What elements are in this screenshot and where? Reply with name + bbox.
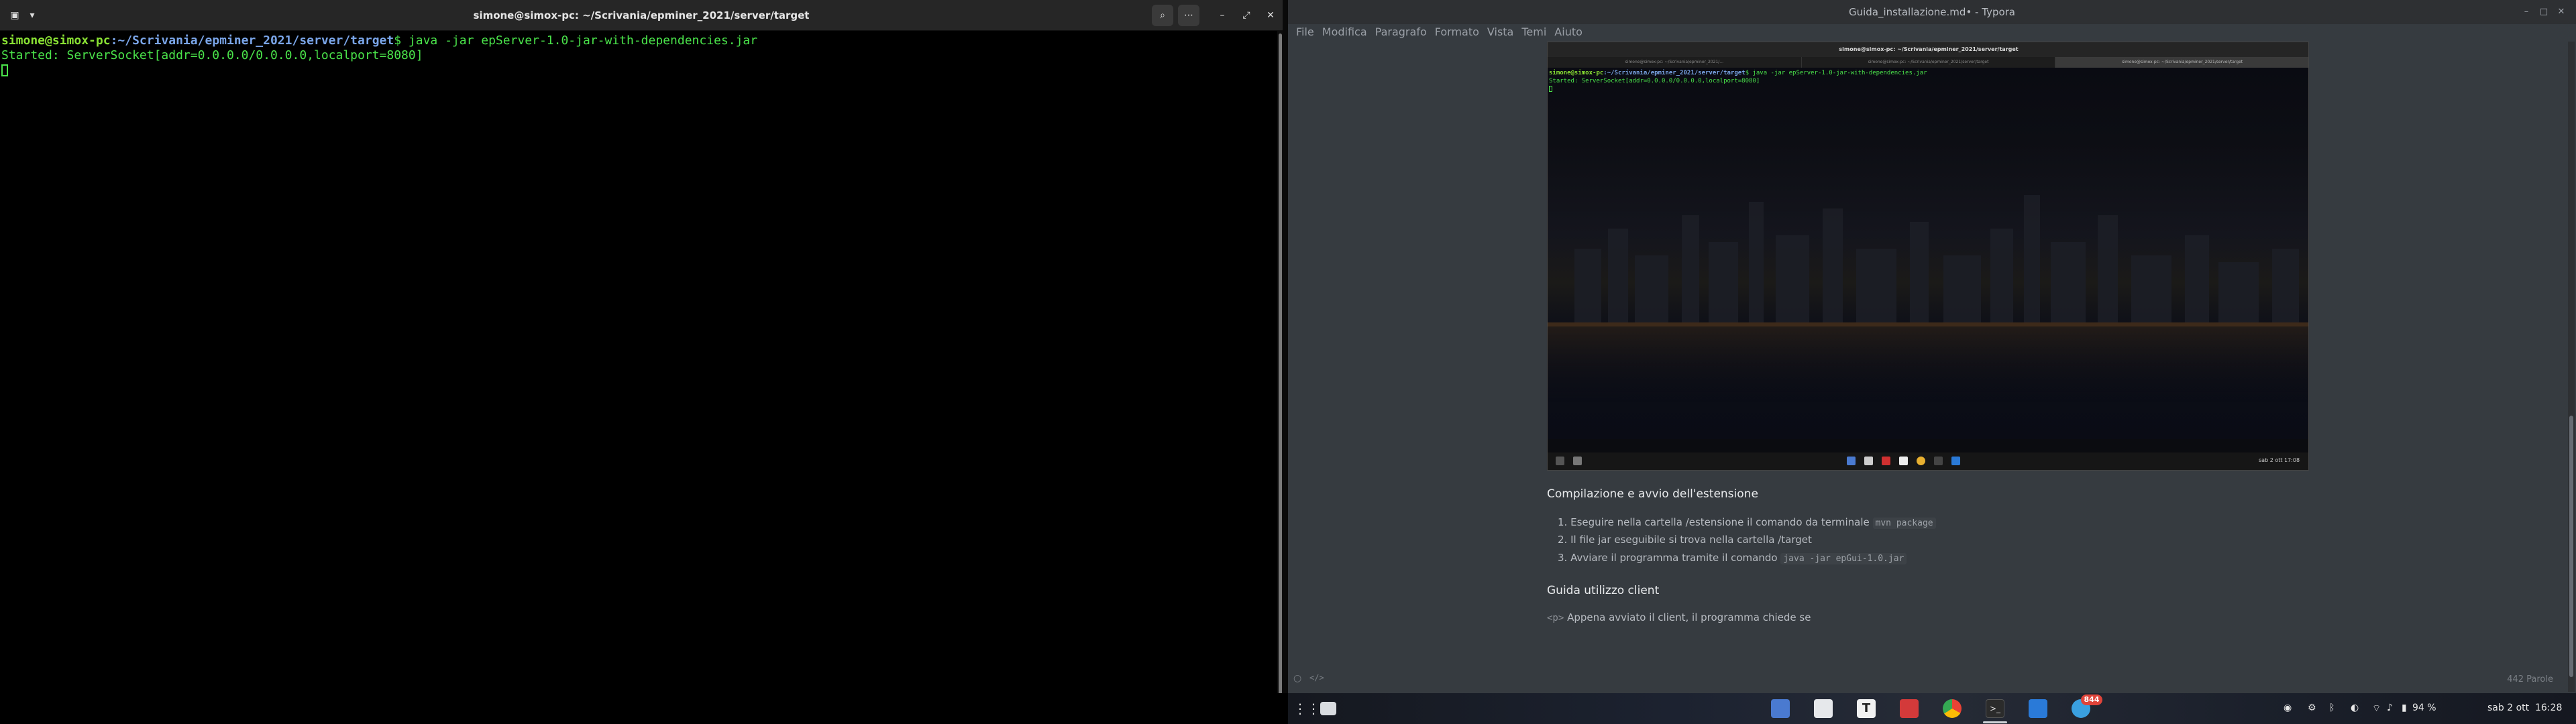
terminal-icon: [1934, 457, 1943, 465]
terminal-icon[interactable]: >_: [1986, 699, 2004, 718]
taskbar: ⋮⋮ T >_ ◉ ⚙ ᛒ ◐ ⌔ ♪ ▮ 94 % sab 2 ott 16:…: [1288, 693, 2576, 724]
battery-icon[interactable]: ▮: [2402, 703, 2407, 713]
menu-paragrafo[interactable]: Paragrafo: [1371, 24, 1431, 40]
list-item-text: Il file jar eseguibile si trova nella ca…: [1570, 534, 1812, 546]
wifi-icon[interactable]: ⌔: [2372, 703, 2381, 715]
menu-temi[interactable]: Temi: [1517, 24, 1550, 40]
pdf-reader-icon[interactable]: [1900, 699, 1919, 718]
embedded-tab: simone@simox-pc: ~/Scrivania/epminer_202…: [1802, 57, 2056, 68]
terminal-output[interactable]: simone@simox-pc:~/Scrivania/epminer_2021…: [0, 31, 1275, 724]
document-icon: [1864, 457, 1873, 465]
terminal-scrollbar-thumb[interactable]: [1279, 34, 1282, 721]
menu-aiuto[interactable]: Aiuto: [1550, 24, 1587, 40]
tools-icon[interactable]: ⚙: [2308, 703, 2316, 713]
embedded-clock: sab 2 ott 17:08: [2259, 457, 2300, 463]
folder-icon[interactable]: [1771, 699, 1790, 718]
paragraph-text: Appena avviato il client, il programma c…: [1564, 611, 1811, 623]
search-icon[interactable]: ⌕: [1152, 5, 1173, 26]
folder-icon: [1847, 457, 1856, 465]
menubar: File Modifica Paragrafo Formato Vista Te…: [1288, 24, 2576, 40]
embedded-taskbar: sab 2 ott 17:08: [1548, 452, 2308, 470]
list-item[interactable]: 2. Il file jar eseguibile si trova nella…: [1558, 533, 1812, 546]
document-viewer-icon[interactable]: [1814, 699, 1833, 718]
embedded-cursor: [1549, 86, 1552, 92]
paragraph[interactable]: <p> Appena avviato il client, il program…: [1547, 611, 1811, 623]
embedded-prompt-path: :~/Scrivania/epminer_2021/server/target: [1603, 70, 1746, 76]
prompt-path: :~/Scrivania/epminer_2021/server/target: [110, 34, 394, 48]
embedded-tab: simone@simox-pc: ~/Scrivania/epminer_202…: [1548, 57, 1802, 68]
files-icon: [1573, 457, 1582, 465]
embedded-command: $ java -jar epServer-1.0-jar-with-depend…: [1745, 70, 1927, 76]
close-button[interactable]: ✕: [2555, 5, 2568, 19]
maximize-button[interactable]: □: [2537, 5, 2551, 19]
menu-formato[interactable]: Formato: [1431, 24, 1483, 40]
datetime[interactable]: sab 2 ott 16:28: [2487, 703, 2562, 713]
taskbar-left-area: [0, 693, 1288, 724]
embedded-tab: simone@simox-pc: ~/Scrivania/epminer_202…: [2055, 57, 2308, 68]
list-item-text: Avviare il programma tramite il comando: [1570, 552, 1781, 564]
active-app-indicator: [1983, 721, 2007, 723]
close-button[interactable]: ✕: [1260, 5, 1281, 26]
files-icon[interactable]: [1320, 702, 1336, 715]
prompt-symbol: $: [394, 34, 409, 48]
battery-level[interactable]: 94 %: [2412, 703, 2436, 713]
menu-file[interactable]: File: [1292, 24, 1318, 40]
typora-scrollbar-thumb[interactable]: [2569, 416, 2573, 677]
outline-toggle-icon[interactable]: ○: [1293, 673, 1301, 684]
heading-compilazione[interactable]: Compilazione e avvio dell'estensione: [1547, 487, 1758, 501]
apps-grid-icon[interactable]: ⋮⋮: [1293, 699, 1320, 718]
html-tag: <p>: [1547, 613, 1564, 623]
typora-window: Guida_installazione.md• - Typora – □ ✕ F…: [1288, 0, 2576, 693]
terminal-title: simone@simox-pc: ~/Scrivania/epminer_202…: [473, 9, 810, 21]
bluetooth-icon[interactable]: ᛒ: [2329, 703, 2334, 713]
list-item[interactable]: 3. Avviare il programma tramite il coman…: [1558, 551, 1907, 566]
terminal-window: ▣ ▾ simone@simox-pc: ~/Scrivania/epminer…: [0, 0, 1283, 724]
embedded-prompt-user: simone@simox-pc: [1549, 70, 1604, 76]
vscode-icon: [1951, 457, 1960, 465]
vscode-icon[interactable]: [2029, 699, 2047, 718]
maximize-button[interactable]: ⤢: [1236, 5, 1257, 26]
word-count[interactable]: 442 Parole: [2507, 674, 2553, 684]
chrome-icon[interactable]: [1943, 699, 1962, 718]
embedded-terminal-title: simone@simox-pc: ~/Scrivania/epminer_202…: [1548, 42, 2308, 57]
apps-grid-icon: [1556, 457, 1564, 465]
list-item-text: Eseguire nella cartella /estensione il c…: [1570, 516, 1873, 528]
inline-code: mvn package: [1872, 518, 1936, 529]
list-number: 2.: [1558, 534, 1571, 546]
menu-icon[interactable]: ⋯: [1178, 5, 1199, 26]
menu-vista[interactable]: Vista: [1483, 24, 1517, 40]
typora-icon[interactable]: T: [1857, 699, 1876, 718]
embedded-terminal-output: simone@simox-pc:~/Scrivania/epminer_2021…: [1548, 68, 2308, 439]
menu-modifica[interactable]: Modifica: [1318, 24, 1371, 40]
notification-badge: 844: [2081, 695, 2102, 705]
minimize-button[interactable]: –: [1212, 5, 1233, 26]
typora-titlebar: Guida_installazione.md• - Typora – □ ✕: [1288, 0, 2576, 24]
city-skyline-image: [1548, 195, 2308, 403]
volume-icon[interactable]: ♪: [2387, 703, 2393, 713]
terminal-headerbar: ▣ ▾ simone@simox-pc: ~/Scrivania/epminer…: [0, 0, 1283, 31]
pdf-icon: [1882, 457, 1890, 465]
list-number: 1.: [1558, 516, 1571, 528]
prompt-user: simone@simox-pc: [1, 34, 111, 48]
typora-title: Guida_installazione.md• - Typora: [1848, 6, 2015, 18]
network-icon[interactable]: ◉: [2284, 703, 2292, 713]
list-number: 3.: [1558, 552, 1571, 564]
heading-guida-client[interactable]: Guida utilizzo client: [1547, 584, 1659, 597]
embedded-screenshot: simone@simox-pc: ~/Scrivania/epminer_202…: [1547, 42, 2309, 471]
source-code-icon[interactable]: </>: [1309, 673, 1324, 682]
list-item[interactable]: 1. Eseguire nella cartella /estensione i…: [1558, 516, 1936, 530]
typora-statusbar: ○ </> 442 Parole: [1288, 668, 2576, 693]
terminal-output-line: Started: ServerSocket[addr=0.0.0.0/0.0.0…: [1, 48, 423, 62]
vpn-icon[interactable]: ◐: [2351, 703, 2359, 713]
window-divider[interactable]: [1283, 0, 1288, 693]
terminal-cursor: [1, 64, 8, 76]
minimize-button[interactable]: –: [2520, 5, 2533, 19]
embedded-tabbar: simone@simox-pc: ~/Scrivania/epminer_202…: [1548, 57, 2308, 68]
terminal-command: java -jar epServer-1.0-jar-with-dependen…: [408, 34, 758, 48]
typora-icon: [1899, 457, 1908, 465]
chrome-icon: [1917, 457, 1925, 465]
inline-code: java -jar epGui-1.0.jar: [1780, 553, 1907, 564]
embedded-output: Started: ServerSocket[addr=0.0.0.0/0.0.0…: [1549, 78, 1760, 84]
